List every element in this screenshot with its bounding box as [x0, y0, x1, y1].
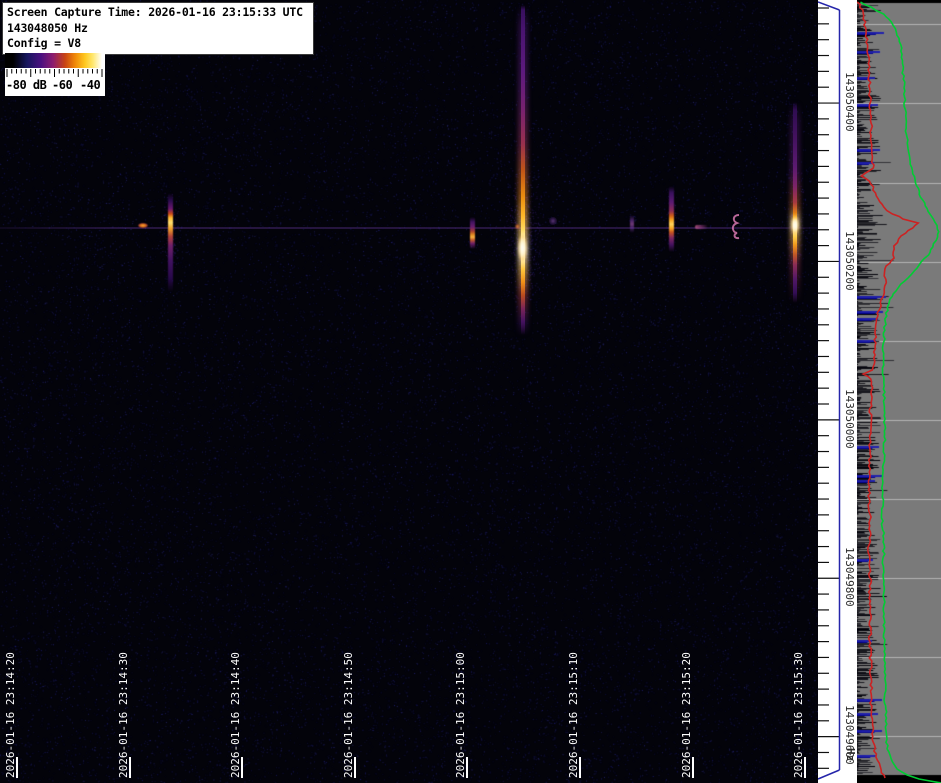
signal-echo-small-2: [470, 217, 475, 249]
colorbar-label-mid: -60: [52, 78, 73, 92]
freq-axis-label: 143050000: [843, 389, 856, 449]
center-frequency-text: 143048050 Hz: [7, 20, 88, 35]
signal-echo-dot-1: [515, 224, 520, 229]
colorbar-ticks: [6, 69, 103, 77]
colorbar-label-max: -40: [80, 78, 101, 92]
red-trace: [857, 1, 920, 779]
signal-echo-streak-1: [168, 193, 173, 292]
signal-echo-right: [793, 102, 797, 303]
waterfall-display[interactable]: 2026-01-16 23:14:20 2026-01-16 23:14:30 20…: [0, 0, 818, 783]
signal-echo-major-hotspot: [518, 235, 527, 261]
signal-layer: [0, 0, 818, 783]
signal-echo-small-1: [138, 223, 148, 228]
signal-echo-squiggle: [731, 214, 740, 240]
spectrum-analyzer-screen: 2026-01-16 23:14:20 2026-01-16 23:14:30 20…: [0, 0, 941, 783]
signal-echo-dot-2: [549, 217, 557, 225]
freq-axis-label: 143050200: [843, 231, 856, 291]
signal-echo-blip-1: [630, 215, 634, 233]
freq-axis-unit: Hz: [844, 748, 857, 762]
capture-time-text: Screen Capture Time: 2026-01-16 23:15:33…: [7, 5, 303, 19]
signal-echo-streak-2: [669, 186, 674, 252]
config-text: Config = V8: [7, 36, 81, 50]
colorbar-label-min: -80 dB: [6, 78, 47, 92]
frequency-ruler[interactable]: 143050400 143050200 143050000 143049800 1430…: [818, 0, 857, 783]
signal-echo-dash-1: [695, 225, 708, 229]
colorbar-gradient: [5, 53, 105, 68]
colorbar-labels: -80 dB -60 -40: [5, 78, 105, 95]
spectrum-traces: [857, 1, 941, 783]
colorbar: -80 dB -60 -40: [5, 53, 105, 96]
freq-axis-label: 143050400: [843, 72, 856, 132]
spectrum-panel[interactable]: [857, 0, 941, 783]
info-box: Screen Capture Time: 2026-01-16 23:15:33…: [2, 2, 314, 55]
signal-echo-major: [521, 5, 525, 335]
signal-echo-right-hotspot: [791, 216, 799, 234]
freq-axis-label: 143049800: [843, 547, 856, 607]
